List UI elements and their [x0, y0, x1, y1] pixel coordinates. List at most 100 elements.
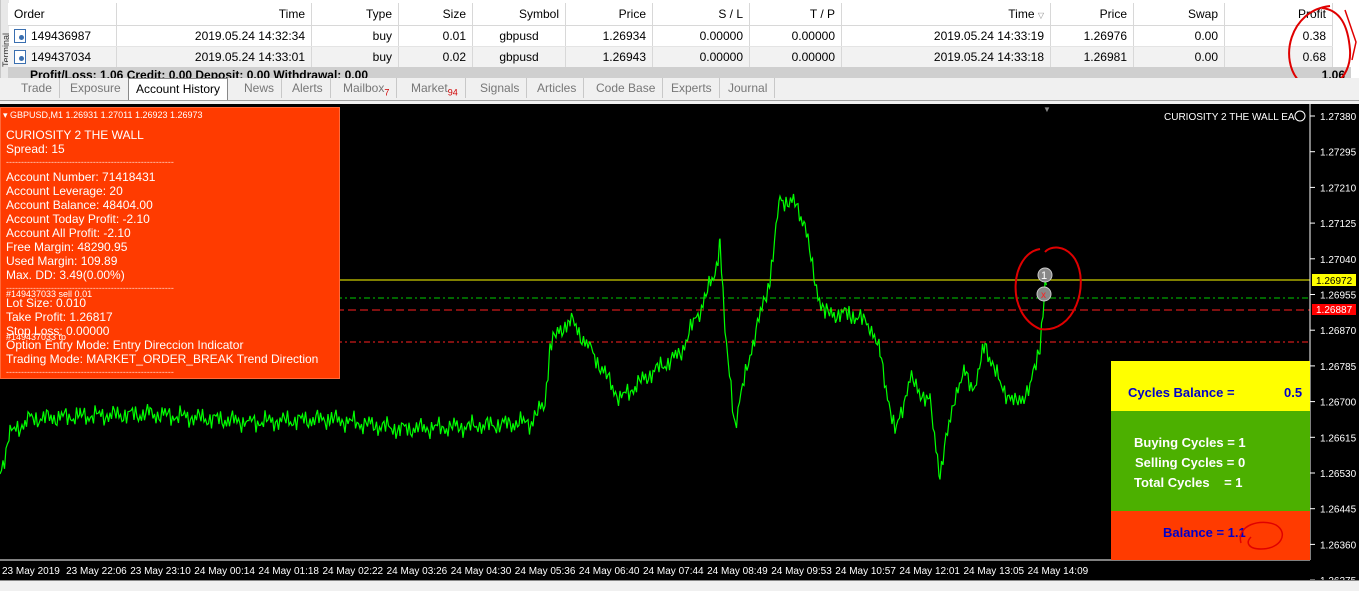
- account-all-profit: Account All Profit: -2.10: [6, 226, 131, 240]
- ea-label: CURIOSITY 2 THE WALL EA: [1164, 112, 1295, 123]
- account-today-profit: Account Today Profit: -2.10: [6, 212, 150, 226]
- col-symbol[interactable]: Symbol: [472, 3, 566, 26]
- col-price[interactable]: Price: [565, 3, 653, 26]
- col-profit[interactable]: Profit: [1224, 3, 1333, 26]
- cycles-balance-box: Cycles Balance = 0.5: [1111, 361, 1310, 411]
- profit-cell: 0.68: [1224, 46, 1333, 68]
- time-tick-label: 23 May 22:06: [66, 566, 127, 577]
- tab-articles[interactable]: Articles: [530, 78, 585, 98]
- used-margin: Used Margin: 109.89: [6, 254, 118, 268]
- time-tick-label: 24 May 01:18: [258, 566, 319, 577]
- time-tick-label: 24 May 09:53: [771, 566, 832, 577]
- time-tick-label: 24 May 07:44: [643, 566, 704, 577]
- price-tick-label: 1.26615: [1320, 433, 1357, 444]
- tab-alerts[interactable]: Alerts: [285, 78, 331, 98]
- col-sl[interactable]: S / L: [652, 3, 750, 26]
- time-tick-label: 24 May 08:49: [707, 566, 768, 577]
- price-tick-label: 1.26360: [1320, 540, 1357, 551]
- table-header-row: Order Time Type Size Symbol Price S / L …: [8, 3, 1333, 26]
- account-balance: Account Balance: 48404.00: [6, 198, 153, 212]
- chart-window-tabs[interactable]: [0, 580, 1359, 591]
- time-tick-label: 23 May 23:10: [130, 566, 191, 577]
- col-close-price[interactable]: Price: [1050, 3, 1134, 26]
- time-tick-label: 24 May 14:09: [1028, 566, 1089, 577]
- time-tick-label: 24 May 04:30: [451, 566, 512, 577]
- col-time[interactable]: Time: [116, 3, 312, 26]
- terminal-tabs: Trade Exposure Account History News Aler…: [0, 78, 1359, 101]
- current-price-tag: 1.26972: [1316, 276, 1353, 287]
- price-axis[interactable]: 1.27380 1.27295 1.27210 1.27125 1.27040 1.269…: [1309, 104, 1357, 587]
- tab-news[interactable]: News: [237, 78, 283, 98]
- profit-loss-summary: Profit/Loss: 1.06 Credit: 0.00 Deposit: …: [8, 67, 1351, 78]
- price-tick-label: 1.26955: [1320, 291, 1357, 302]
- col-type[interactable]: Type: [311, 3, 399, 26]
- price-tick-label: 1.26445: [1320, 505, 1357, 516]
- total-cycles: Total Cycles = 1: [1134, 475, 1243, 490]
- col-swap[interactable]: Swap: [1133, 3, 1225, 26]
- table-row[interactable]: 149436987 2019.05.24 14:32:34 buy 0.01 g…: [8, 25, 1333, 47]
- col-size[interactable]: Size: [398, 3, 473, 26]
- option-entry-mode: Option Entry Mode: Entry Direccion Indic…: [6, 338, 244, 352]
- trading-mode: Trading Mode: MARKET_ORDER_BREAK Trend D…: [6, 352, 319, 366]
- balance-box: Balance = 1.1: [1111, 511, 1310, 560]
- selling-cycles: Selling Cycles = 0: [1135, 455, 1246, 470]
- free-margin: Free Margin: 48290.95: [6, 240, 128, 254]
- price-tick-label: 1.27380: [1320, 112, 1357, 123]
- profit-cell: 0.38: [1224, 25, 1333, 47]
- price-tick-label: 1.26700: [1320, 398, 1357, 409]
- price-tick-label: 1.27295: [1320, 148, 1357, 159]
- price-tick-label: 1.26870: [1320, 326, 1357, 337]
- tab-exposure[interactable]: Exposure: [63, 78, 129, 98]
- table-row[interactable]: 149437034 2019.05.24 14:33:01 buy 0.02 g…: [8, 46, 1333, 68]
- market-badge: 94: [447, 87, 458, 98]
- price-tick-label: 1.27210: [1320, 183, 1357, 194]
- svg-text:x: x: [1041, 290, 1046, 301]
- time-tick-label: 24 May 13:05: [964, 566, 1025, 577]
- cycles-count-box: Buying Cycles = 1 Selling Cycles = 0 Tot…: [1111, 411, 1310, 511]
- col-order[interactable]: Order: [8, 3, 117, 26]
- max-dd: Max. DD: 3.49(0.00%): [6, 268, 125, 282]
- order-icon: [14, 29, 26, 44]
- orders-table: Order Time Type Size Symbol Price S / L …: [8, 3, 1333, 68]
- account-number: Account Number: 71418431: [6, 170, 156, 184]
- triangle-down-icon: ▾: [3, 110, 8, 120]
- lot-size: Lot Size: 0.010: [6, 296, 87, 310]
- tab-signals[interactable]: Signals: [473, 78, 528, 98]
- time-tick-label: 23 May 2019: [2, 566, 60, 577]
- price-tick-label: 1.26530: [1320, 469, 1357, 480]
- chart-symbol-header: ▾ GBPUSD,M1 1.26931 1.27011 1.26923 1.26…: [3, 110, 203, 120]
- cycles-panel: Cycles Balance = 0.5 Buying Cycles = 1 S…: [1111, 361, 1310, 560]
- cycles-balance-label: Cycles Balance =: [1128, 385, 1235, 400]
- col-close-time[interactable]: Time ▽: [841, 3, 1051, 26]
- tab-trade[interactable]: Trade: [14, 78, 60, 98]
- summary-value: 1.06: [1321, 68, 1345, 78]
- panel-title: CURIOSITY 2 THE WALL: [6, 128, 144, 142]
- tab-account-history[interactable]: Account History: [128, 78, 229, 100]
- take-profit: Take Profit: 1.26817: [6, 310, 113, 324]
- time-tick-label: 24 May 00:14: [194, 566, 255, 577]
- time-axis[interactable]: 23 May 2019 23 May 22:06 23 May 23:10 24 Ma…: [0, 559, 1310, 577]
- tab-code-base[interactable]: Code Base: [589, 78, 664, 98]
- ea-info-panel: ▾ GBPUSD,M1 1.26931 1.27011 1.26923 1.26…: [0, 107, 340, 379]
- summary-text: Profit/Loss: 1.06 Credit: 0.00 Deposit: …: [30, 68, 368, 78]
- time-tick-label: 24 May 02:22: [323, 566, 384, 577]
- price-tick-label: 1.27040: [1320, 255, 1357, 266]
- time-tick-label: 24 May 06:40: [579, 566, 640, 577]
- smiley-icon[interactable]: [1294, 110, 1306, 122]
- time-tick-label: 24 May 10:57: [835, 566, 896, 577]
- time-tick-label: 24 May 03:26: [387, 566, 448, 577]
- svg-text:1: 1: [1041, 270, 1047, 282]
- tab-market[interactable]: Market94: [404, 78, 466, 98]
- cycles-balance-value: 0.5: [1284, 385, 1303, 400]
- tab-experts[interactable]: Experts: [664, 78, 720, 98]
- time-tick-label: 24 May 12:01: [899, 566, 960, 577]
- col-tp[interactable]: T / P: [749, 3, 842, 26]
- triangle-down-icon: ▽: [1037, 11, 1044, 20]
- separator: ----------------------------------------…: [6, 157, 174, 167]
- time-tick-label: 24 May 05:36: [515, 566, 576, 577]
- balance-annotation-circle: [1239, 521, 1283, 550]
- chart-shift-marker: ▼: [1043, 105, 1051, 114]
- tab-mailbox[interactable]: Mailbox7: [336, 78, 398, 98]
- tab-journal[interactable]: Journal: [721, 78, 776, 98]
- separator: ----------------------------------------…: [6, 367, 174, 377]
